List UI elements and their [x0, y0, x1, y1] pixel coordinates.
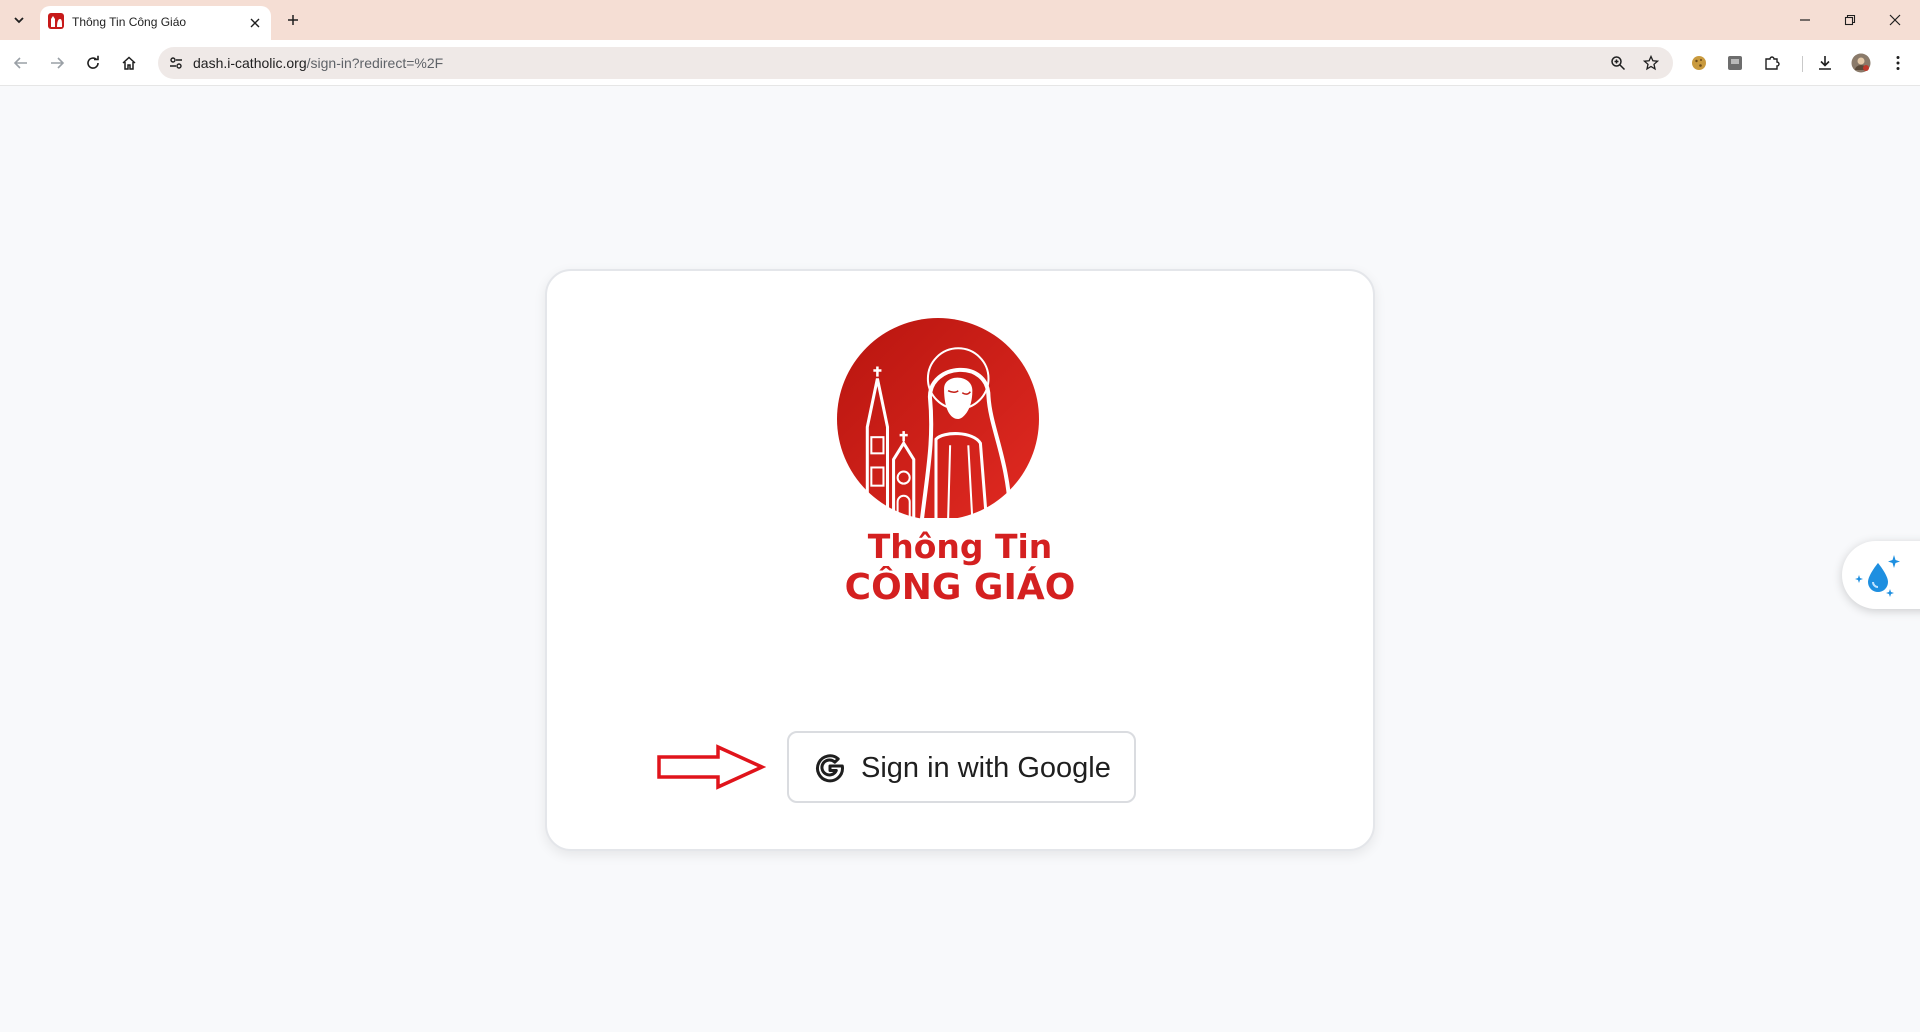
- restore-button[interactable]: [1833, 6, 1867, 34]
- window-close-button[interactable]: [1878, 6, 1912, 34]
- forward-button[interactable]: [43, 49, 71, 77]
- url-text[interactable]: dash.i-catholic.org/sign-in?redirect=%2F: [193, 55, 443, 71]
- plus-icon: [288, 15, 298, 25]
- close-icon: [250, 18, 260, 28]
- browser-tab-active[interactable]: Thông Tin Công Giáo: [40, 6, 271, 40]
- window-close-icon: [1889, 14, 1901, 26]
- browser-toolbar: dash.i-catholic.org/sign-in?redirect=%2F: [0, 40, 1920, 86]
- sign-in-with-google-button[interactable]: Sign in with Google: [787, 731, 1136, 803]
- puzzle-icon: [1765, 56, 1780, 70]
- browser-tab-bar: Thông Tin Công Giáo: [0, 0, 1920, 40]
- star-icon: [1643, 55, 1659, 71]
- tab-close-button[interactable]: [245, 13, 265, 33]
- download-icon: [1819, 56, 1831, 70]
- brand-name-line2: CÔNG GIÁO: [844, 567, 1076, 608]
- floating-assistant-widget[interactable]: [1842, 541, 1920, 609]
- tab-title: Thông Tin Công Giáo: [72, 15, 187, 29]
- sign-in-with-google-label: Sign in with Google: [861, 752, 1111, 784]
- downloads-button[interactable]: [1813, 51, 1837, 75]
- new-tab-button[interactable]: [281, 8, 305, 32]
- restore-icon: [1844, 14, 1856, 26]
- zoom-icon: [1611, 56, 1626, 71]
- minimize-icon: [1800, 19, 1810, 21]
- forward-arrow-icon: [51, 57, 65, 69]
- sparkle-drop-icon: [1855, 555, 1900, 597]
- bookmark-button[interactable]: [1639, 51, 1663, 75]
- brand-name-line1: Thông Tin: [867, 527, 1053, 566]
- site-info-button[interactable]: [164, 51, 188, 75]
- address-bar[interactable]: dash.i-catholic.org/sign-in?redirect=%2F: [158, 47, 1673, 79]
- minimize-button[interactable]: [1788, 6, 1822, 34]
- brand-logo: [837, 318, 1039, 520]
- back-button[interactable]: [7, 49, 35, 77]
- tab-list-button[interactable]: [7, 8, 31, 32]
- profile-avatar-icon: [1851, 53, 1871, 73]
- url-path: /sign-in?redirect=%2F: [306, 55, 444, 71]
- home-icon: [122, 56, 136, 70]
- toolbar-separator: [1802, 56, 1803, 72]
- url-host: dash.i-catholic.org: [193, 55, 307, 71]
- extensions-menu-button[interactable]: [1760, 51, 1784, 75]
- site-info-icon: [170, 57, 182, 69]
- reload-button[interactable]: [79, 49, 107, 77]
- home-button[interactable]: [115, 49, 143, 77]
- extension-icon: [1728, 56, 1742, 70]
- more-menu-button[interactable]: [1886, 51, 1910, 75]
- zoom-button[interactable]: [1606, 51, 1630, 75]
- more-menu-icon: [1896, 56, 1900, 70]
- cookie-extension-button[interactable]: [1687, 51, 1711, 75]
- google-g-icon: [816, 754, 845, 783]
- annotation-arrow-icon: [657, 744, 766, 790]
- cookie-extension-icon: [1692, 56, 1706, 70]
- extension-button[interactable]: [1723, 51, 1747, 75]
- back-arrow-icon: [13, 57, 27, 69]
- favicon: [48, 13, 64, 29]
- profile-button[interactable]: [1849, 51, 1873, 75]
- reload-icon: [87, 55, 99, 69]
- tab-list-icon: [14, 17, 24, 24]
